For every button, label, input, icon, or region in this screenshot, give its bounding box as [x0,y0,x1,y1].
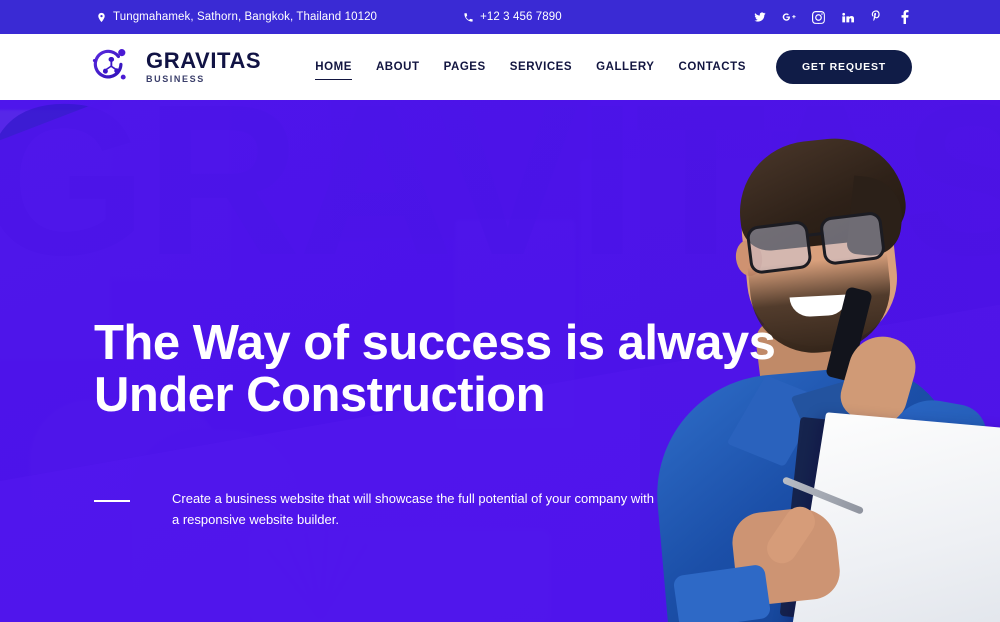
hero-title: The Way of success is always Under Const… [94,316,794,422]
nav-item-contacts[interactable]: CONTACTS [667,61,758,73]
google-plus-icon[interactable] [782,10,796,25]
hero-description: Create a business website that will show… [172,491,654,528]
address-text: Tungmahamek, Sathorn, Bangkok, Thailand … [113,11,378,23]
nav-item-services[interactable]: SERVICES [498,61,584,73]
get-request-button[interactable]: GET REQUEST [775,50,912,84]
hero-title-line-2: Under Construction [94,367,546,422]
nav-item-gallery[interactable]: GALLERY [584,61,666,73]
landing-page: Tungmahamek, Sathorn, Bangkok, Thailand … [0,0,1000,622]
logo-subtitle: BUSINESS [146,74,205,84]
phone-text: +12 3 456 7890 [480,11,562,23]
phone-icon [463,11,474,24]
map-pin-icon [96,11,107,24]
hero-description-row: Create a business website that will show… [94,488,694,530]
address-item: Tungmahamek, Sathorn, Bangkok, Thailand … [96,11,377,24]
nav-item-about[interactable]: ABOUT [364,61,432,73]
facebook-icon[interactable] [898,10,912,25]
top-contact-bar: Tungmahamek, Sathorn, Bangkok, Thailand … [0,0,1000,34]
main-navigation: HOME ABOUT PAGES SERVICES GALLERY CONTAC… [303,50,912,84]
phone-item[interactable]: +12 3 456 7890 [463,11,562,24]
logo-text: GRAVITAS BUSINESS [146,50,261,84]
linkedin-icon[interactable] [840,10,854,25]
pinterest-icon[interactable] [869,10,883,25]
logo[interactable]: GRAVITAS BUSINESS [88,44,261,90]
nav-item-home[interactable]: HOME [303,61,364,80]
gravitas-swirl-logo-icon [88,44,134,90]
hero-content: The Way of success is always Under Const… [0,100,1000,622]
hero-title-line-1: The Way of success is always [94,316,776,370]
decorative-dash [94,500,130,502]
nav-item-pages[interactable]: PAGES [432,61,498,73]
hero-section: GRAVITAS [0,100,1000,622]
twitter-icon[interactable] [753,10,767,25]
social-links [753,10,912,25]
logo-title: GRAVITAS [146,48,262,73]
instagram-icon[interactable] [811,10,825,25]
top-bar-inner: Tungmahamek, Sathorn, Bangkok, Thailand … [0,0,1000,34]
site-header: GRAVITAS BUSINESS HOME ABOUT PAGES SERVI… [0,34,1000,100]
